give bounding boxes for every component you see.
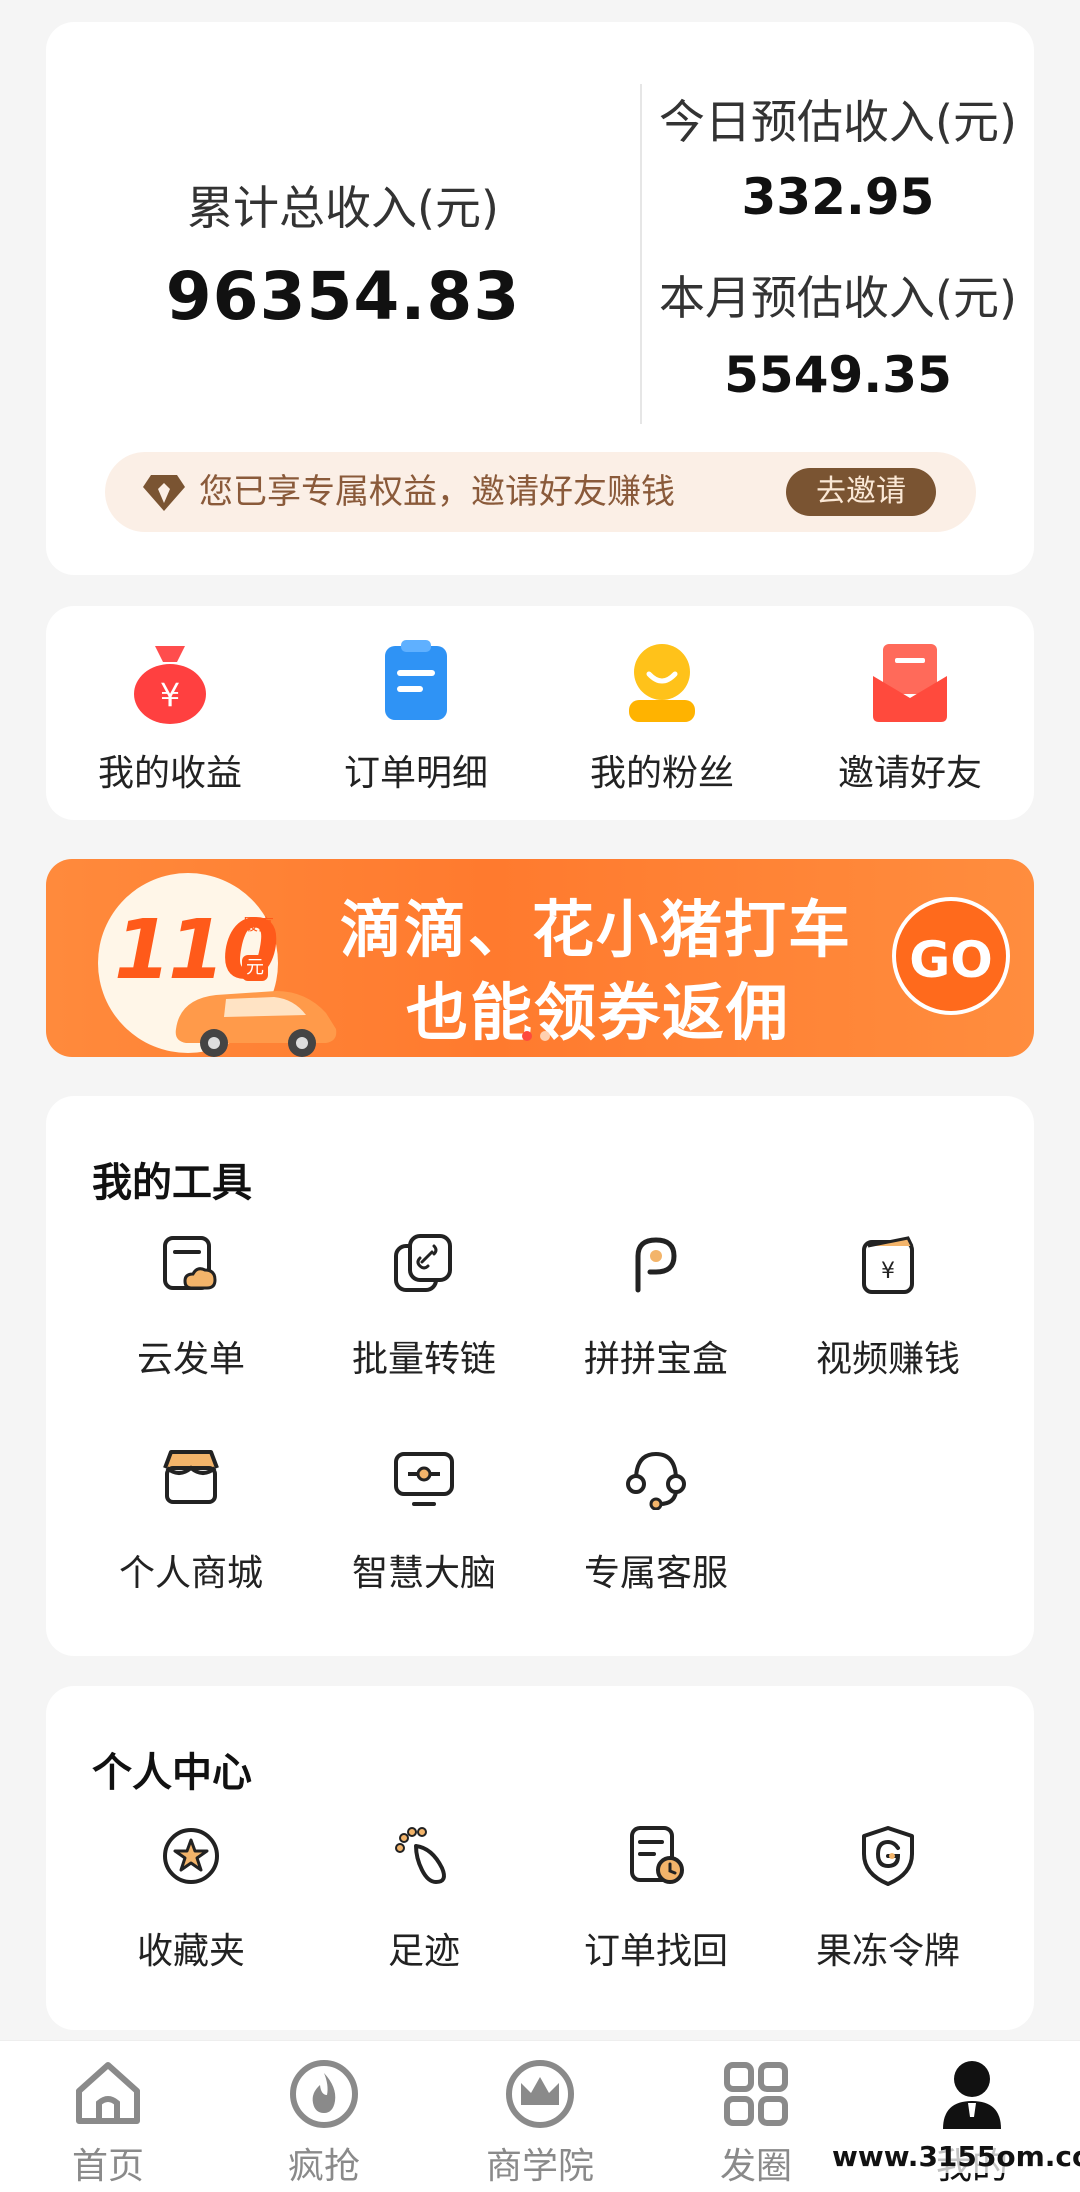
month-income-value: 5549.35 (724, 346, 952, 404)
total-income-block[interactable]: 累计总收入(元) 96354.83 (46, 22, 640, 442)
tool-video-earn[interactable]: ¥ 视频赚钱 (772, 1232, 1004, 1382)
tools-section: 我的工具 云发单 批量转链 拼拼宝盒 ¥ 视频赚钱 个人商城 智慧大脑 专属客服 (46, 1096, 1034, 1656)
order-clock-icon (630, 1826, 684, 1884)
video-money-icon: ¥ (862, 1236, 914, 1294)
personal-order-retrieve[interactable]: 订单找回 (540, 1824, 772, 1974)
tool-cloud-send[interactable]: 云发单 (75, 1232, 307, 1382)
tool-label: 云发单 (136, 1339, 245, 1380)
svg-text:¥: ¥ (160, 676, 180, 714)
headset-icon (626, 1451, 686, 1510)
p-letter-icon (635, 1237, 677, 1293)
fire-icon (290, 2060, 358, 2128)
tool-batch-link[interactable]: 批量转链 (308, 1232, 540, 1382)
month-income-label: 本月预估收入(元) (659, 271, 1017, 325)
today-income-value: 332.95 (741, 168, 935, 226)
tab-label: 疯抢 (287, 2146, 360, 2187)
invite-button[interactable]: 去邀请 (786, 468, 936, 516)
quick-item-orders[interactable]: 订单明细 (316, 636, 516, 796)
personal-footprint[interactable]: 足迹 (308, 1824, 540, 1974)
banner-dot[interactable] (540, 1031, 550, 1041)
tools-title: 我的工具 (92, 1160, 252, 1206)
personal-label: 果冻令牌 (815, 1931, 960, 1972)
banner-max-tag: 最高 (242, 915, 275, 934)
quick-item-label: 订单明细 (343, 753, 488, 794)
home-icon (76, 2062, 140, 2124)
today-income-label: 今日预估收入(元) (659, 95, 1017, 149)
personal-favorites[interactable]: 收藏夹 (75, 1824, 307, 1974)
tool-label: 专属客服 (583, 1553, 728, 1594)
banner-title-line2: 也能领券返佣 (406, 976, 791, 1049)
grid-icon (724, 2062, 788, 2126)
link-copy-icon (394, 1234, 452, 1292)
shield-g-icon (862, 1826, 914, 1886)
cloud-doc-icon (163, 1236, 217, 1290)
total-income-label: 累计总收入(元) (187, 181, 499, 235)
fans-smile-icon (629, 644, 695, 722)
personal-label: 收藏夹 (136, 1931, 245, 1972)
quick-menu: ¥ 我的收益 订单明细 我的粉丝 邀请好友 (46, 606, 1034, 820)
tab-label: 商学院 (485, 2146, 594, 2187)
personal-title: 个人中心 (92, 1750, 252, 1796)
star-circle-icon (163, 1828, 219, 1884)
car-icon (175, 991, 337, 1057)
footprint-icon (395, 1827, 446, 1884)
personal-label: 足迹 (387, 1931, 460, 1972)
quick-item-label: 我的粉丝 (589, 753, 734, 794)
tool-customer-service[interactable]: 专属客服 (540, 1446, 772, 1596)
crown-icon (506, 2060, 574, 2128)
personal-jelly-token[interactable]: 果冻令牌 (772, 1824, 1004, 1974)
promo-banner[interactable]: 110 最高 元 滴滴、花小猪打车 也能领券返佣 GO (46, 859, 1034, 1057)
tool-personal-mall[interactable]: 个人商城 (75, 1446, 307, 1596)
quick-item-label: 我的收益 (97, 753, 242, 794)
banner-go-button[interactable]: GO (892, 897, 1010, 1015)
tool-pinpin-box[interactable]: 拼拼宝盒 (540, 1232, 772, 1382)
tool-label: 个人商城 (118, 1553, 263, 1594)
perk-text: 您已享专属权益，邀请好友赚钱 (199, 472, 675, 512)
tool-label: 拼拼宝盒 (583, 1339, 728, 1380)
money-bag-icon: ¥ (134, 646, 206, 724)
quick-item-earnings[interactable]: ¥ 我的收益 (70, 636, 270, 796)
banner-dot-active[interactable] (522, 1031, 532, 1041)
tool-smart-brain[interactable]: 智慧大脑 (308, 1446, 540, 1596)
clipboard-icon (385, 640, 447, 720)
user-icon (943, 2061, 1001, 2129)
monitor-icon (394, 1452, 454, 1506)
total-income-value: 96354.83 (165, 258, 521, 335)
quick-item-invite[interactable]: 邀请好友 (810, 636, 1010, 796)
store-icon (163, 1450, 219, 1504)
tool-label: 视频赚钱 (815, 1339, 960, 1380)
watermark: www.3155om.com (828, 2140, 1080, 2173)
envelope-icon (873, 644, 947, 722)
quick-item-label: 邀请好友 (837, 753, 982, 794)
tab-home[interactable]: 首页 (0, 2057, 216, 2189)
personal-label: 订单找回 (583, 1931, 728, 1972)
tab-label: 首页 (71, 2146, 144, 2187)
earnings-card: 累计总收入(元) 96354.83 今日预估收入(元) 332.95 本月预估收… (46, 22, 1034, 575)
quick-item-fans[interactable]: 我的粉丝 (562, 636, 762, 796)
tab-academy[interactable]: 商学院 (432, 2057, 648, 2189)
personal-center-section: 个人中心 收藏夹 足迹 订单找回 果冻令牌 (46, 1686, 1034, 2030)
tool-label: 批量转链 (351, 1339, 496, 1380)
tab-rush[interactable]: 疯抢 (216, 2057, 432, 2189)
diamond-icon (143, 475, 185, 511)
svg-text:¥: ¥ (881, 1259, 895, 1284)
perk-banner[interactable]: 您已享专属权益，邀请好友赚钱 去邀请 (105, 452, 976, 532)
tool-label: 智慧大脑 (351, 1553, 496, 1594)
banner-title-line1: 滴滴、花小猪打车 (340, 893, 853, 966)
